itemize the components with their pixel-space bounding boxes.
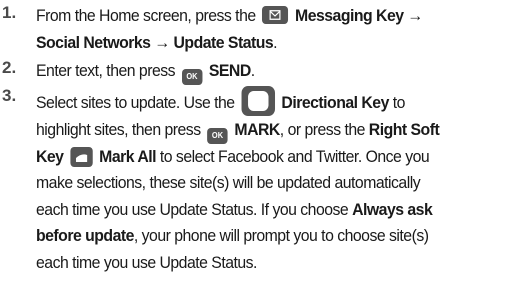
step-text: each time you use Update Status. If you …	[36, 199, 349, 219]
right-soft-key-label: Key	[36, 146, 64, 166]
instruction-document: 1. From the Home screen, press the Messa…	[0, 0, 514, 294]
step-3-line-5: each time you use Update Status. If you …	[36, 197, 506, 224]
step-3-line-6: before update, your phone will prompt yo…	[36, 223, 506, 250]
punctuation: .	[250, 61, 255, 80]
step-text: to	[392, 93, 406, 112]
step-2: 2. Enter text, then press OK SEND.	[0, 58, 514, 85]
messaging-key-icon	[262, 6, 289, 24]
send-label: SEND	[208, 61, 251, 80]
punctuation: .	[273, 32, 278, 52]
step-3: 3. Select sites to update. Use the Direc…	[0, 86, 514, 276]
step-text: From the Home screen, press the	[36, 6, 256, 25]
directional-key-label: Directional Key	[281, 93, 389, 112]
step-3-line-4: make selections, these site(s) will be u…	[36, 170, 506, 197]
step-1: 1. From the Home screen, press the Messa…	[0, 3, 514, 56]
messaging-key-label: Messaging Key →	[295, 6, 423, 25]
right-soft-key-icon	[70, 146, 93, 167]
step-text: Enter text, then press	[36, 61, 176, 80]
step-2-line-1: Enter text, then press OK SEND.	[36, 58, 506, 85]
step-text: , or press the	[279, 119, 366, 139]
ok-key-icon: OK	[181, 69, 203, 85]
step-number: 2.	[2, 58, 17, 77]
step-text: highlight sites, then press	[36, 119, 201, 139]
step-3-line-2: highlight sites, then press OK MARK, or …	[36, 117, 506, 144]
step-3-text: Select sites to update. Use the Directio…	[36, 86, 506, 276]
always-ask-label: before update	[36, 226, 134, 245]
step-number: 1.	[2, 3, 17, 22]
step-number: 3.	[2, 86, 17, 105]
directional-key-icon	[241, 86, 275, 116]
step-text: Select sites to update. Use the	[36, 93, 235, 112]
step-1-text: From the Home screen, press the Messagin…	[36, 3, 506, 56]
ok-key-icon: OK	[207, 127, 228, 144]
step-text: , your phone will prompt you to choose s…	[133, 226, 429, 245]
mark-label: MARK	[234, 119, 280, 139]
step-text: make selections, these site(s) will be u…	[36, 173, 421, 192]
step-1-line-2: Social Networks → Update Status.	[36, 30, 506, 57]
step-3-line-1: Select sites to update. Use the Directio…	[36, 86, 506, 117]
step-3-line-7: each time you use Update Status.	[36, 250, 506, 277]
step-text: to select Facebook and Twitter. Once you	[159, 146, 430, 166]
step-3-line-3: Key Mark All to select Facebook and Twit…	[36, 144, 506, 171]
right-soft-key-label: Right Soft	[368, 119, 440, 139]
always-ask-label: Always ask	[352, 199, 433, 219]
menu-path: Social Networks → Update Status	[36, 32, 274, 52]
step-2-text: Enter text, then press OK SEND.	[36, 58, 506, 85]
mark-all-label: Mark All	[99, 146, 156, 166]
step-text: each time you use Update Status.	[36, 252, 257, 272]
step-1-line-1: From the Home screen, press the Messagin…	[36, 3, 506, 30]
